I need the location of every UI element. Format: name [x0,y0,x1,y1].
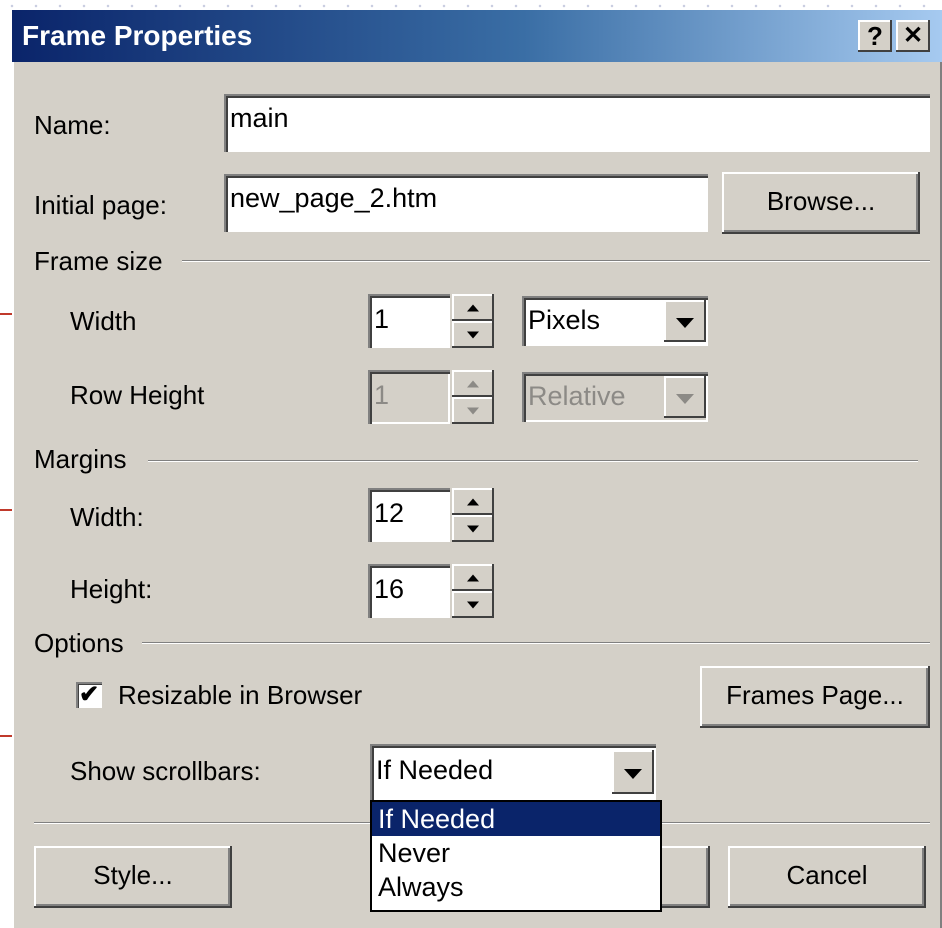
scrollbars-option[interactable]: Always [372,870,660,904]
arrow-down-icon [467,331,479,338]
chevron-down-icon [624,769,642,779]
frame-size-divider [182,260,930,262]
title-bar[interactable]: Frame Properties ? ✕ [12,10,942,62]
margins-heading: Margins [34,444,127,474]
margin-height-input[interactable]: 16 [368,564,450,618]
resizable-label[interactable]: Resizable in Browser [118,680,362,711]
frame-width-spinner[interactable] [452,294,494,348]
row-height-input: 1 [368,370,450,424]
help-button[interactable]: ? [858,20,892,52]
spin-down-button [452,397,494,424]
initial-page-input[interactable]: new_page_2.htm [224,174,708,232]
row-height-unit-dropdown-button [664,376,706,418]
margins-divider [148,460,918,462]
options-divider [142,642,930,644]
margin-width-input[interactable]: 12 [368,488,450,542]
scrollbars-options-list[interactable]: If Needed Never Always [370,800,662,912]
arrow-down-icon [467,525,479,532]
show-scrollbars-dropdown-button[interactable] [612,750,654,794]
scrollbars-option[interactable]: Never [372,836,660,870]
spin-down-button[interactable] [452,515,494,542]
margin-width-spinner[interactable] [452,488,494,542]
frames-page-button[interactable]: Frames Page... [700,666,930,728]
arrow-up-icon [467,574,479,581]
scrollbars-option[interactable]: If Needed [372,802,660,836]
style-button[interactable]: Style... [34,846,232,908]
spin-up-button[interactable] [452,488,494,515]
dialog-title: Frame Properties [22,20,253,51]
spin-up-button [452,370,494,397]
spin-down-button[interactable] [452,321,494,348]
arrow-down-icon [467,407,479,414]
frame-properties-dialog: Frame Properties ? ✕ Name: main Initial … [12,10,942,928]
frame-size-heading: Frame size [34,246,163,276]
row-height-label: Row Height [70,380,205,410]
name-label: Name: [34,110,111,140]
name-input[interactable]: main [224,94,930,152]
frame-width-unit-dropdown-button[interactable] [664,300,706,342]
spin-down-button[interactable] [452,591,494,618]
frame-width-input[interactable]: 1 [368,294,450,348]
arrow-up-icon [467,380,479,387]
margin-width-label: Width: [70,502,144,532]
resizable-checkbox[interactable]: ✔ [76,682,102,708]
spin-up-button[interactable] [452,564,494,591]
chevron-down-icon [676,394,694,404]
chevron-down-icon [676,318,694,328]
margin-height-label: Height: [70,574,153,604]
options-heading: Options [34,628,124,658]
arrow-up-icon [467,304,479,311]
margin-height-spinner[interactable] [452,564,494,618]
spin-up-button[interactable] [452,294,494,321]
cancel-button[interactable]: Cancel [728,846,926,908]
browse-button[interactable]: Browse... [722,172,920,234]
arrow-down-icon [467,601,479,608]
arrow-up-icon [467,498,479,505]
close-button[interactable]: ✕ [896,20,930,52]
show-scrollbars-label: Show scrollbars: [70,756,261,786]
frame-width-label: Width [70,306,137,336]
initial-page-label: Initial page: [34,190,167,220]
row-height-spinner [452,370,494,424]
